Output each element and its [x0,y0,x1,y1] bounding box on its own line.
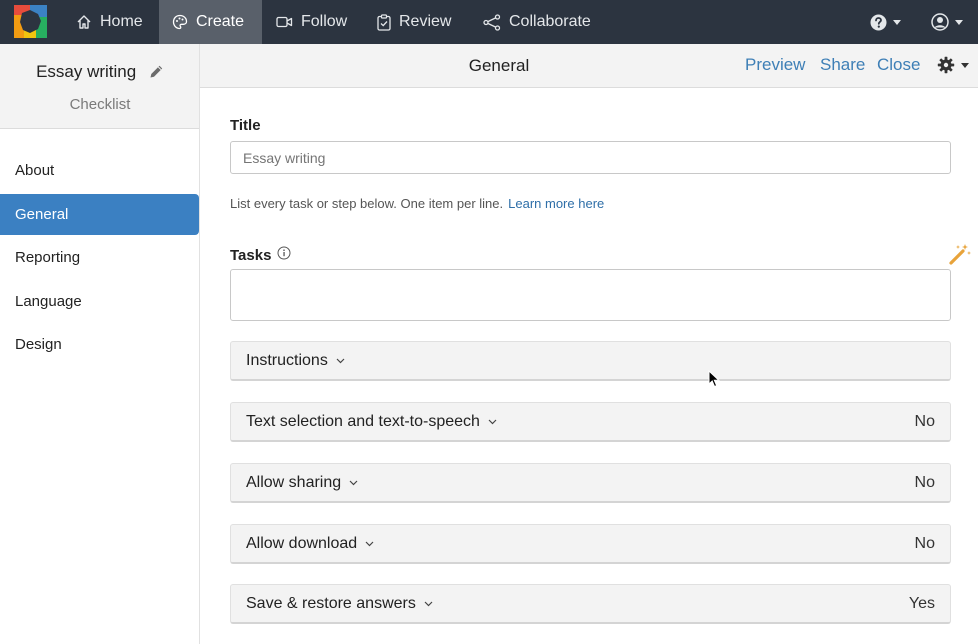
sidebar-item-general[interactable]: General [0,194,199,235]
project-title-text: Essay writing [36,62,137,81]
sidebar-item-label: About [15,162,55,179]
title-label: Title [230,117,261,134]
settings-menu[interactable] [937,56,969,74]
chevron-down-icon [893,19,901,25]
sidebar-item-label: Reporting [15,249,81,266]
chevron-down-icon [349,480,358,485]
video-icon [276,16,293,28]
learn-more-link[interactable]: Learn more here [508,196,604,211]
sidebar-header [0,44,199,129]
home-icon [77,15,91,29]
nav-home-label: Home [100,13,143,30]
nav-follow-label: Follow [301,13,348,30]
main-header: General Preview Share Close [200,44,978,88]
section-label: Allow download [246,534,358,552]
section-value: No [914,412,935,430]
nav-follow[interactable]: Follow [262,0,361,44]
section-label: Save & restore answers [246,594,416,612]
nav-collaborate[interactable]: Collaborate [469,0,605,44]
tasks-textarea[interactable] [230,269,951,321]
mouse-cursor-icon [708,369,721,393]
app-logo[interactable] [14,5,47,38]
tasks-label: Tasks [230,246,291,264]
section-save-restore[interactable]: Save & restore answers Yes [230,584,951,624]
sidebar-item-reporting[interactable]: Reporting [0,237,199,278]
project-title[interactable]: Essay writing [0,62,200,84]
section-allow-sharing[interactable]: Allow sharing No [230,463,951,503]
palette-icon [172,14,188,30]
nav-create[interactable]: Create [159,0,262,44]
sidebar-item-label: Design [15,336,62,353]
tasks-hint: List every task or step below. One item … [230,196,604,211]
nav-collaborate-label: Collaborate [509,13,591,30]
user-menu[interactable] [931,0,963,44]
title-input[interactable] [230,141,951,174]
section-value: No [914,473,935,491]
nav-home[interactable]: Home [62,0,157,44]
hint-text: List every task or step below. One item … [230,196,504,211]
magic-wand-icon[interactable] [948,242,972,271]
section-instructions[interactable]: Instructions [230,341,951,381]
sidebar-item-about[interactable]: About [0,150,199,191]
section-label: Text selection and text-to-speech [246,412,480,430]
user-circle-icon [931,13,949,31]
chevron-down-icon [336,358,345,363]
section-value: No [914,534,935,552]
clipboard-icon [377,13,391,31]
tasks-label-text: Tasks [230,246,272,264]
gear-icon [937,56,955,74]
chevron-down-icon [365,541,374,546]
nav-create-label: Create [196,13,245,30]
pencil-icon[interactable] [149,64,164,84]
section-value: Yes [908,594,935,612]
nav-review-label: Review [399,13,452,30]
section-text-to-speech[interactable]: Text selection and text-to-speech No [230,402,951,442]
info-icon[interactable] [277,246,291,264]
help-circle-icon [870,14,887,30]
chevron-down-icon [488,419,497,424]
sidebar-item-label: Language [15,293,82,310]
preview-link[interactable]: Preview [745,55,805,75]
close-link[interactable]: Close [877,55,920,75]
chevron-down-icon [424,601,433,606]
help-menu[interactable] [870,0,901,44]
sidebar-item-design[interactable]: Design [0,324,199,365]
section-label: Instructions [246,351,328,369]
project-type: Checklist [69,96,131,113]
chevron-down-icon [955,19,963,25]
page-title: General [468,56,530,75]
share-link[interactable]: Share [820,55,865,75]
sidebar-item-language[interactable]: Language [0,281,199,322]
section-allow-download[interactable]: Allow download No [230,524,951,564]
sidebar: Essay writing Checklist About General Re… [0,44,200,644]
chevron-down-icon [961,62,969,68]
top-navigation-bar: Home Create Follow Review Collaborate [0,0,978,44]
sidebar-item-label: General [15,206,69,223]
section-label: Allow sharing [246,473,342,491]
share-nodes-icon [483,13,501,31]
nav-review[interactable]: Review [363,0,465,44]
